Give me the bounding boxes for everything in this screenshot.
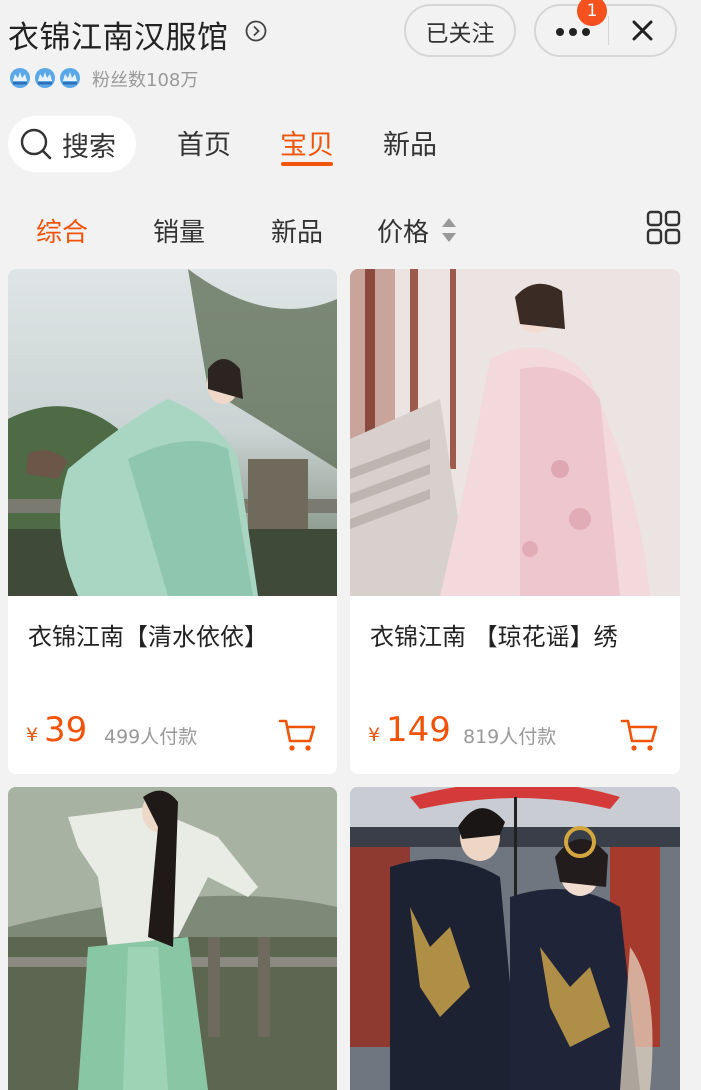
product-title: 衣锦江南【清水依依】 (28, 623, 268, 651)
tab-home[interactable]: 首页 (177, 123, 231, 162)
shop-header: 衣锦江南汉服馆 粉丝数108万 已关注 1 (0, 0, 701, 100)
currency-symbol: ¥ (368, 724, 381, 746)
product-image (350, 787, 680, 1090)
sales-count: 499人付款 (104, 726, 198, 748)
chevron-right-circle-icon[interactable] (245, 20, 267, 42)
close-icon (632, 20, 653, 41)
currency-symbol: ¥ (26, 724, 39, 746)
active-tab-indicator (281, 162, 333, 166)
tab-new[interactable]: 新品 (383, 123, 437, 162)
add-to-cart-icon[interactable] (278, 715, 318, 755)
grid-layout-icon[interactable] (646, 210, 682, 246)
product-card[interactable]: 衣锦江南 【琼花谣】绣 ¥ 149 819人付款 (350, 269, 680, 774)
fans-count: 粉丝数108万 (92, 70, 199, 91)
product-card[interactable] (8, 787, 337, 1090)
close-button[interactable] (609, 6, 677, 55)
sort-price[interactable]: 价格 (377, 212, 429, 249)
product-price: 39 (44, 710, 88, 750)
sort-sales[interactable]: 销量 (153, 212, 205, 249)
search-icon (20, 128, 52, 160)
sales-count: 819人付款 (463, 726, 557, 748)
follow-button[interactable]: 已关注 (404, 4, 516, 57)
shop-level-badges (8, 66, 83, 90)
product-card[interactable] (350, 787, 680, 1090)
shop-name[interactable]: 衣锦江南汉服馆 (8, 12, 229, 57)
search-label: 搜索 (62, 131, 116, 163)
crown-badge-icon (10, 68, 30, 88)
sort-new[interactable]: 新品 (271, 212, 323, 249)
product-title: 衣锦江南 【琼花谣】绣 (370, 623, 618, 651)
crown-badge-icon (60, 68, 80, 88)
shop-search-button[interactable]: 搜索 (8, 116, 136, 172)
product-price: 149 (386, 710, 451, 750)
sort-price-arrows-icon[interactable] (440, 216, 458, 244)
sort-comprehensive[interactable]: 综合 (36, 212, 88, 249)
product-card[interactable]: 衣锦江南【清水依依】 ¥ 39 499人付款 (8, 269, 337, 774)
tab-items[interactable]: 宝贝 (280, 123, 334, 162)
product-image (350, 269, 680, 596)
crown-badge-icon (35, 68, 55, 88)
product-image (8, 787, 337, 1090)
add-to-cart-icon[interactable] (620, 715, 660, 755)
product-image (8, 269, 337, 596)
